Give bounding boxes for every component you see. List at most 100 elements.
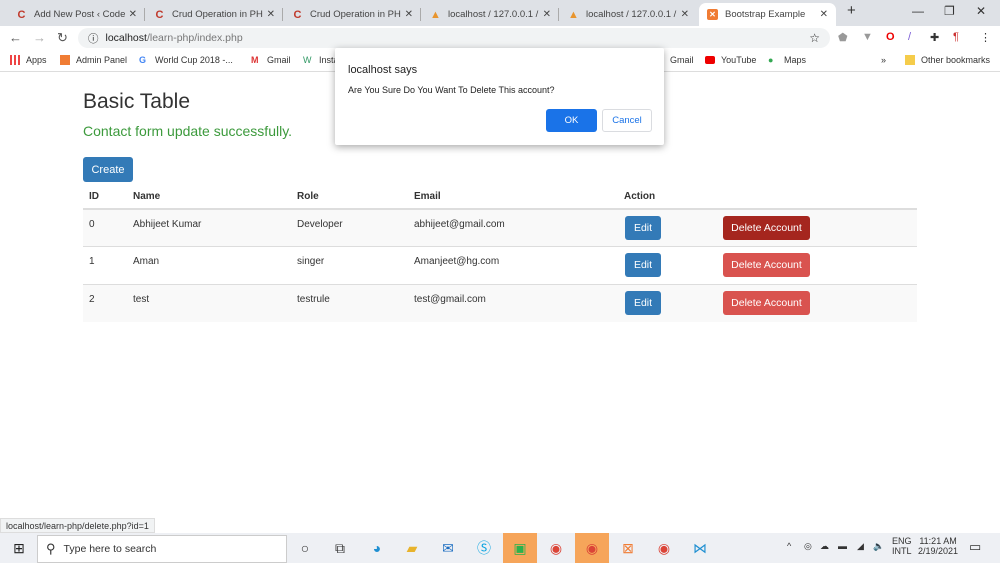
reload-icon[interactable]: ↻ (57, 30, 68, 46)
clock[interactable]: 11:21 AM 2/19/2021 (918, 536, 958, 556)
profile-extension-icon[interactable]: ¶ (953, 31, 959, 43)
tab[interactable]: C Add New Post ‹ CodeH ✕ (8, 3, 145, 26)
taskbar-search[interactable]: ⚲ Type here to search (37, 535, 287, 563)
wifi-icon[interactable]: ◢ (857, 541, 864, 552)
tab[interactable]: ▲ localhost / 127.0.0.1 / c ✕ (560, 3, 697, 26)
close-window-button[interactable]: ✕ (976, 4, 986, 18)
tab-active[interactable]: ✕ Bootstrap Example ✕ (699, 3, 836, 26)
pen-extension-icon[interactable]: / (908, 31, 911, 43)
tab[interactable]: C Crud Operation in PHP ✕ (146, 3, 283, 26)
cell-email: test@gmail.com (408, 283, 618, 322)
forward-icon[interactable]: → (33, 30, 46, 45)
delete-account-button[interactable]: Delete Account (723, 253, 810, 277)
taskbar: ⊞ ⚲ Type here to search ○ ⧉ ◕ ▰ ✉ Ⓢ ▣ ◉ ◉… (0, 533, 1000, 563)
extension-icon[interactable]: ▼ (862, 31, 873, 43)
dialog-message: Are You Sure Do You Want To Delete This … (348, 85, 555, 95)
cell-id: 0 (83, 208, 127, 247)
apps-icon (10, 55, 20, 65)
phpmyadmin-icon: ▲ (568, 8, 579, 21)
battery-icon[interactable]: ▬ (838, 541, 847, 551)
show-hidden-icons[interactable]: ^ (787, 541, 791, 551)
cortana-icon[interactable]: ○ (288, 533, 322, 563)
xampp-icon (60, 55, 70, 65)
column-header: Action (618, 184, 716, 210)
close-tab-icon[interactable]: ✕ (129, 9, 137, 20)
bookmark-youtube[interactable]: YouTube (705, 55, 756, 65)
cell-email: Amanjeet@hg.com (408, 246, 618, 284)
cell-email: abhijeet@gmail.com (408, 208, 618, 247)
mail-icon[interactable]: ✉ (431, 533, 465, 563)
edit-button[interactable]: Edit (625, 291, 661, 315)
opera-icon[interactable]: O (886, 31, 895, 43)
bookmark-gmail-2[interactable]: Gmail (670, 55, 694, 65)
file-explorer-icon[interactable]: ▰ (395, 533, 429, 563)
delete-account-button[interactable]: Delete Account (723, 291, 810, 315)
edit-button[interactable]: Edit (625, 253, 661, 277)
star-icon[interactable]: ☆ (809, 31, 820, 45)
task-view-icon[interactable]: ⧉ (323, 533, 357, 563)
maps-icon: ● (768, 55, 774, 65)
cell-id: 2 (83, 283, 127, 322)
close-tab-icon[interactable]: ✕ (405, 9, 413, 20)
tab-bar: C Add New Post ‹ CodeH ✕ C Crud Operation i… (0, 0, 1000, 26)
restore-button[interactable]: ❐ (944, 4, 955, 18)
cancel-button[interactable]: Cancel (602, 109, 652, 132)
more-bookmarks-icon[interactable]: » (881, 55, 886, 65)
bookmark-apps[interactable]: Apps (10, 55, 47, 65)
cell-name: Aman (127, 246, 291, 284)
page-title: Basic Table (83, 90, 191, 113)
gmail-icon: M (251, 55, 259, 65)
language-indicator[interactable]: ENG INTL (892, 536, 912, 556)
bookmark-maps[interactable]: ● Maps (768, 55, 806, 65)
google-icon: G (139, 55, 147, 65)
youtube-icon (705, 56, 715, 64)
meet-now-icon[interactable]: ◎ (804, 541, 812, 552)
line-app-icon[interactable]: ▣ (503, 533, 537, 563)
tab[interactable]: C Crud Operation in PHP ✕ (284, 3, 421, 26)
column-header: Email (408, 184, 618, 210)
bookmark-insta[interactable]: W Insta (303, 55, 339, 65)
address-bar[interactable]: ⓘ localhost/learn-php/index.php ☆ (78, 28, 830, 48)
bookmark-admin-panel[interactable]: Admin Panel (60, 55, 127, 65)
bookmark-world-cup[interactable]: G World Cup 2018 -... (139, 55, 233, 65)
chrome-profile-icon[interactable]: ◉ (575, 533, 609, 563)
cell-name: Abhijeet Kumar (127, 208, 291, 247)
puzzle-icon[interactable]: ✚ (930, 31, 939, 44)
volume-icon[interactable]: 🔈 (873, 541, 884, 552)
edge-icon[interactable]: ◕ (360, 533, 394, 563)
menu-icon[interactable]: ⋮ (980, 31, 991, 44)
xampp-icon[interactable]: ⊠ (611, 533, 645, 563)
info-icon: ⓘ (88, 32, 99, 45)
windows-start-icon[interactable]: ⊞ (2, 533, 36, 563)
close-tab-icon[interactable]: ✕ (681, 9, 689, 20)
shield-extension-icon[interactable]: ⬟ (838, 31, 848, 44)
cell-role: testrule (291, 283, 408, 322)
other-bookmarks[interactable]: Other bookmarks (905, 55, 990, 65)
edit-button[interactable]: Edit (625, 216, 661, 240)
ok-button[interactable]: OK (546, 109, 597, 132)
delete-account-button[interactable]: Delete Account (723, 216, 810, 240)
chrome-profile-2-icon[interactable]: ◉ (647, 533, 681, 563)
xampp-icon: ✕ (707, 9, 718, 20)
codehub-icon: C (293, 8, 302, 21)
column-header: ID (83, 184, 127, 210)
tab[interactable]: ▲ localhost / 127.0.0.1 / c ✕ (422, 3, 559, 26)
close-tab-icon[interactable]: ✕ (820, 9, 828, 20)
cell-id: 1 (83, 246, 127, 284)
back-icon[interactable]: ← (9, 30, 22, 45)
cell-role: Developer (291, 208, 408, 247)
search-icon: ⚲ (46, 541, 56, 556)
close-tab-icon[interactable]: ✕ (543, 9, 551, 20)
bookmark-gmail[interactable]: M Gmail (251, 55, 291, 65)
dialog-title: localhost says (348, 64, 418, 76)
skype-icon[interactable]: Ⓢ (467, 533, 501, 563)
notifications-icon[interactable]: ▭ (969, 539, 981, 555)
vscode-icon[interactable]: ⋈ (683, 533, 717, 563)
bookmark-icon: W (303, 55, 312, 65)
minimize-button[interactable]: — (912, 4, 924, 18)
close-tab-icon[interactable]: ✕ (267, 9, 275, 20)
onedrive-icon[interactable]: ☁ (820, 541, 829, 552)
create-button[interactable]: Create (83, 157, 133, 182)
new-tab-button[interactable]: + (847, 2, 856, 19)
chrome-icon[interactable]: ◉ (539, 533, 573, 563)
